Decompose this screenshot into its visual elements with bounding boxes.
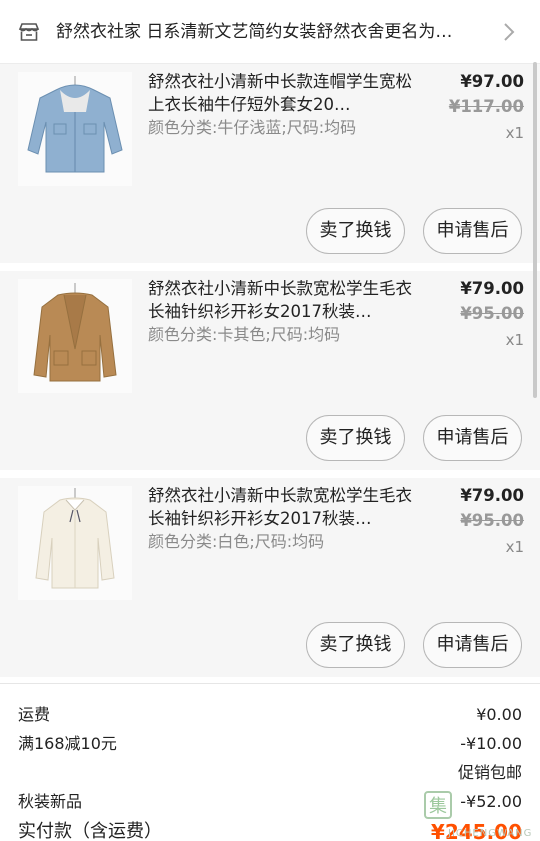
product-original-price: ¥95.00 (460, 511, 524, 530)
product-sku: 颜色分类:白色;尺码:均码 (148, 532, 325, 551)
promo-row: 促销包邮 (0, 759, 540, 787)
order-detail-page: 舒然衣社家 日系清新文艺简约女装舒然衣舍更名为… 舒然衣社小清新中长款连帽学生宽… (0, 0, 540, 841)
store-icon (18, 23, 40, 41)
shop-name[interactable]: 舒然衣社家 日系清新文艺简约女装舒然衣舍更名为… (56, 20, 478, 44)
product-sku: 颜色分类:牛仔浅蓝;尺码:均码 (148, 118, 357, 137)
product-price: ¥79.00 (460, 279, 524, 298)
product-original-price: ¥117.00 (448, 97, 524, 116)
sell-button[interactable]: 卖了换钱 (306, 208, 405, 254)
total-label: 实付款（含运费） (18, 821, 162, 841)
chevron-right-icon[interactable] (502, 22, 516, 42)
discount-row: 满168减10元 -¥10.00 (0, 730, 540, 758)
product-title[interactable]: 舒然衣社小清新中长款宽松学生毛衣长袖针织衫开衫女2017秋装… (148, 277, 418, 323)
white-cardigan-image (18, 486, 132, 600)
product-image[interactable] (18, 279, 132, 393)
product-quantity: x1 (505, 124, 524, 142)
product-image[interactable] (18, 486, 132, 600)
order-item[interactable]: 舒然衣社小清新中长款宽松学生毛衣长袖针织衫开衫女2017秋装… 颜色分类:卡其色… (0, 271, 540, 470)
watermark-text: JICHENGWANG (448, 828, 533, 839)
product-quantity: x1 (505, 331, 524, 349)
promo-tag: 促销包邮 (457, 763, 522, 782)
scrollbar[interactable] (533, 62, 537, 398)
product-price: ¥97.00 (460, 72, 524, 91)
after-sale-button[interactable]: 申请售后 (423, 622, 522, 668)
after-sale-button[interactable]: 申请售后 (423, 415, 522, 461)
khaki-cardigan-image (18, 279, 132, 393)
product-sku: 颜色分类:卡其色;尺码:均码 (148, 325, 341, 344)
product-quantity: x1 (505, 538, 524, 556)
discount-value: -¥10.00 (460, 734, 522, 753)
product-original-price: ¥95.00 (460, 304, 524, 323)
product-price: ¥79.00 (460, 486, 524, 505)
autumn-promo-label: 秋装新品 (18, 792, 83, 811)
shipping-row: 运费 ¥0.00 (0, 701, 540, 729)
product-image[interactable] (18, 72, 132, 186)
shipping-label: 运费 (18, 705, 51, 724)
after-sale-button[interactable]: 申请售后 (423, 208, 522, 254)
shipping-value: ¥0.00 (476, 705, 522, 724)
discount-label: 满168减10元 (18, 734, 117, 753)
product-title[interactable]: 舒然衣社小清新中长款宽松学生毛衣长袖针织衫开衫女2017秋装… (148, 484, 418, 530)
watermark-glyph: 集 (429, 796, 447, 817)
order-item[interactable]: 舒然衣社小清新中长款连帽学生宽松上衣长袖牛仔短外套女20… 颜色分类:牛仔浅蓝;… (0, 64, 540, 263)
sell-button[interactable]: 卖了换钱 (306, 415, 405, 461)
denim-jacket-image (18, 72, 132, 186)
sell-button[interactable]: 卖了换钱 (306, 622, 405, 668)
order-item[interactable]: 舒然衣社小清新中长款宽松学生毛衣长袖针织衫开衫女2017秋装… 颜色分类:白色;… (0, 478, 540, 677)
shop-header[interactable]: 舒然衣社家 日系清新文艺简约女装舒然衣舍更名为… (0, 0, 540, 64)
product-title[interactable]: 舒然衣社小清新中长款连帽学生宽松上衣长袖牛仔短外套女20… (148, 70, 418, 116)
